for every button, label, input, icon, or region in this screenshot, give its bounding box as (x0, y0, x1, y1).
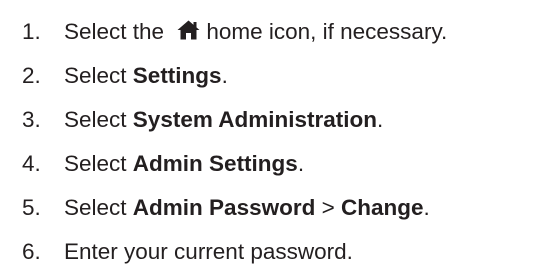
step-text: Select Admin Settings. (64, 150, 305, 176)
step-text: Select Admin Password > Change. (64, 194, 430, 220)
step-prefix: Select (64, 106, 133, 132)
menu-item-settings: Settings (132, 62, 222, 88)
step-text: Select Settings. (64, 62, 228, 88)
step-text-before-icon: Select the (64, 18, 171, 44)
step-number: 3. (22, 106, 41, 132)
step-text: Select the home icon, if necessary. (64, 18, 448, 44)
step-number: 5. (22, 194, 41, 220)
menu-item-system-administration: System Administration (132, 106, 378, 132)
menu-item-admin-settings: Admin Settings (132, 150, 298, 176)
step-text-after-icon: home icon, if necessary. (206, 18, 448, 44)
step-text: Enter your current password. (64, 238, 353, 264)
step-separator: > (315, 194, 341, 220)
home-icon (177, 20, 200, 40)
step-prefix: Select (64, 194, 133, 220)
menu-item-change: Change (341, 194, 424, 220)
step-number: 4. (22, 150, 41, 176)
step-number: 2. (22, 62, 41, 88)
step-suffix: . (297, 150, 305, 176)
step-prefix: Select (64, 150, 133, 176)
step-text: Select System Administration. (64, 106, 384, 132)
step-suffix: . (221, 62, 228, 88)
step-suffix: . (377, 106, 384, 132)
step-number: 1. (22, 18, 41, 44)
step-suffix: . (423, 194, 430, 220)
menu-item-admin-password: Admin Password (132, 194, 316, 220)
step-prefix: Select (64, 62, 133, 88)
step-number: 6. (22, 238, 41, 264)
